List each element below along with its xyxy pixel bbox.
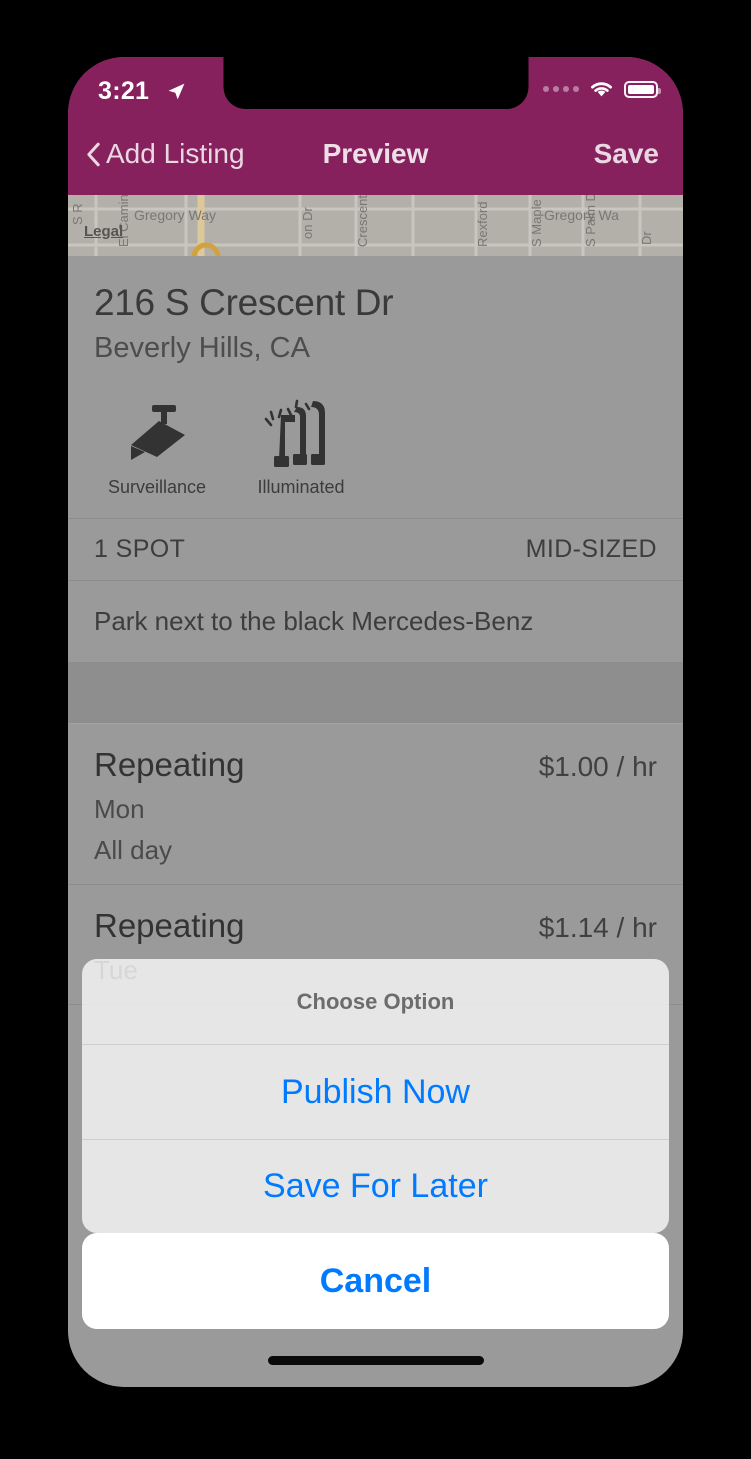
svg-text:Rexford: Rexford [475,201,490,247]
svg-text:S R: S R [70,203,85,225]
svg-text:S Maple D: S Maple D [529,195,544,247]
location-arrow-icon [168,83,185,100]
page-title: Preview [322,138,429,169]
svg-text:Gregory Way: Gregory Way [134,207,216,223]
schedule-row[interactable]: Repeating $1.00 / hr Mon All day [68,724,683,885]
home-indicator[interactable] [267,1356,484,1365]
spot-count: 1 SPOT [94,535,186,563]
amenities-list: Surveillance Illuminated [94,365,657,498]
amenity-label: Surveillance [107,477,207,497]
status-bar-indicators [543,79,661,99]
svg-text:S Palm D: S Palm D [583,195,598,247]
svg-text:on Dr: on Dr [300,207,315,239]
schedule-title: Repeating [94,746,245,783]
amenity-surveillance: Surveillance [98,391,216,498]
wifi-icon [591,82,612,97]
action-sheet-title: Choose Option [82,959,669,1045]
street-lamps-icon [242,391,360,467]
device-notch [223,57,528,109]
schedule-price: $1.00 / hr [538,751,657,782]
schedule-price: $1.14 / hr [538,912,657,943]
status-bar-time: 3:21 [98,77,150,105]
svg-text:Dr: Dr [639,231,654,245]
schedule-title: Repeating [94,907,245,944]
section-spacer [68,662,683,724]
navigation-bar: Add Listing Preview Save [68,113,683,195]
address-line1: 216 S Crescent Dr [94,282,394,323]
amenity-illuminated: Illuminated [242,391,360,498]
map-graphic: Gregory Way Gregory Wa S R El Camin on D… [68,195,683,256]
amenity-label: Illuminated [257,477,345,497]
map-legal-link[interactable]: Legal [84,223,123,240]
address-block: 216 S Crescent Dr Beverly Hills, CA Surv… [68,256,683,498]
publish-now-button[interactable]: Publish Now [82,1045,669,1139]
save-for-later-button[interactable]: Save For Later [82,1139,669,1233]
phone-screen: 3:21 Add Listing Preview Save Gregory Wa… [68,57,683,1387]
address-line2: Beverly Hills, CA [94,332,310,364]
svg-text:Crescent: Crescent [355,195,370,247]
battery-icon [624,80,661,98]
action-sheet: Choose Option Publish Now Save For Later [82,959,669,1233]
spot-info-row: 1 SPOT MID-SIZED [68,518,683,580]
map-preview[interactable]: Gregory Way Gregory Wa S R El Camin on D… [68,195,683,256]
security-camera-icon [98,391,216,467]
schedule-day: Mon [94,794,145,824]
signal-dots-icon [543,86,579,92]
cancel-button[interactable]: Cancel [82,1233,669,1329]
vehicle-size: MID-SIZED [525,535,657,563]
svg-text:Gregory Wa: Gregory Wa [544,207,619,223]
schedule-hours: All day [94,835,173,865]
listing-notes: Park next to the black Mercedes-Benz [68,580,683,662]
save-button[interactable]: Save [594,138,659,170]
phone-frame: 3:21 Add Listing Preview Save Gregory Wa… [68,57,683,1387]
